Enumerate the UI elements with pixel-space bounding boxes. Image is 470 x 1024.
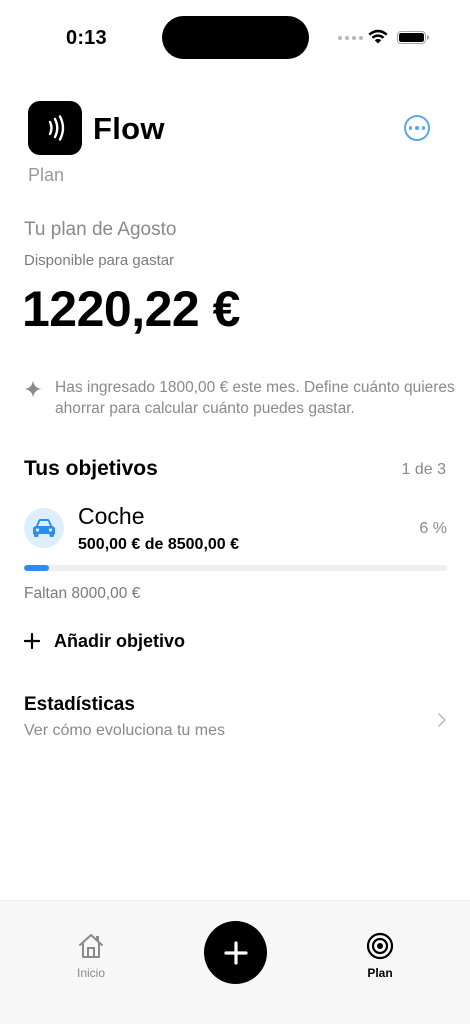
signal-icon [338,36,363,40]
plan-title: Tu plan de Agosto [24,219,177,240]
car-icon [33,519,55,537]
goal-name: Coche [78,503,145,529]
goal-icon [24,508,64,548]
statistics-title: Estadísticas [24,694,135,715]
goal-remaining: Faltan 8000,00 € [24,585,141,602]
sound-waves-icon [48,115,65,141]
add-goal-label: Añadir objetivo [54,630,186,651]
available-amount: 1220,22 € [22,281,240,337]
goals-heading: Tus objetivos [24,457,158,480]
statistics-row[interactable]: Estadísticas Ver cómo evoluciona tu mes [24,694,447,750]
battery-icon [397,31,429,44]
sparkle-icon [24,380,42,398]
tab-home[interactable]: Inicio [56,931,126,980]
app-logo [28,101,82,155]
goal-progress-bar [24,565,447,571]
screen-subtitle: Plan [28,165,65,185]
available-label: Disponible para gastar [24,252,175,269]
goal-progress-fill [24,565,50,571]
add-transaction-button[interactable] [204,921,267,984]
goals-count: 1 de 3 [401,461,446,478]
ellipsis-icon [408,126,413,130]
statistics-subtitle: Ver cómo evoluciona tu mes [24,722,225,739]
target-icon [366,932,394,960]
tab-plan-label: Plan [367,966,393,980]
chevron-right-icon [438,713,446,727]
goal-progress-text: 500,00 € de 8500,00 € [78,536,240,553]
plus-icon [24,633,40,649]
plus-icon [223,940,248,965]
wifi-icon [368,29,388,44]
tab-bar: Inicio Plan [0,900,470,1024]
status-bar: 0:13 [0,0,470,76]
add-goal-button[interactable]: Añadir objetivo [24,627,185,655]
status-time: 0:13 [66,27,107,49]
app-header: Flow [28,101,442,157]
house-icon [79,934,103,958]
tab-home-label: Inicio [76,966,105,980]
more-options-button[interactable] [404,115,430,141]
app-title: Flow [93,111,165,146]
goal-card[interactable]: Coche 500,00 € de 8500,00 € 6 % Faltan 8… [24,503,447,613]
tab-plan[interactable]: Plan [345,931,415,980]
info-text: Has ingresado 1800,00 € este mes. Define… [55,379,455,417]
dynamic-island [162,16,309,59]
goal-percent: 6 % [419,520,447,537]
